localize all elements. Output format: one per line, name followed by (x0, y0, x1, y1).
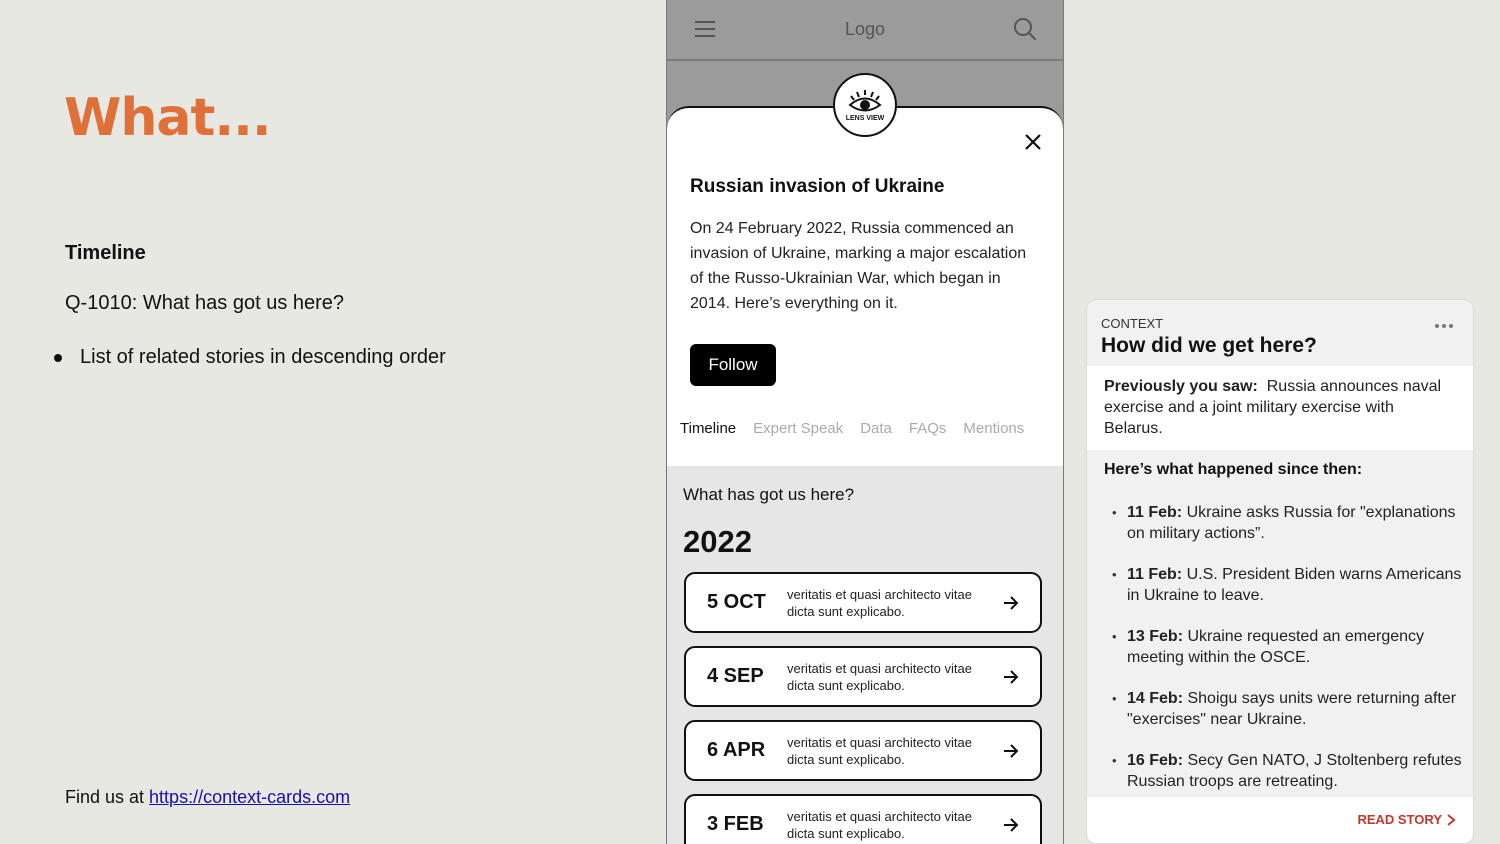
logo[interactable]: Logo (667, 19, 1063, 40)
list-item: 11 Feb: U.S. President Biden warns Ameri… (1112, 564, 1462, 606)
tab-faqs[interactable]: FAQs (909, 420, 947, 437)
list-item: 13 Feb: Ukraine requested an emergency m… (1112, 626, 1462, 668)
arrow-right-icon[interactable] (1002, 816, 1020, 834)
timeline-card-date: 6 APR (707, 739, 766, 761)
timeline-card-date: 5 OCT (707, 591, 766, 613)
timeline-card-text: veritatis et quasi architecto vitae dict… (787, 586, 972, 619)
context-title: How did we get here? (1101, 334, 1317, 357)
topic-sheet: Russian invasion of Ukraine On 24 Februa… (667, 106, 1063, 844)
chevron-right-icon (1447, 813, 1456, 826)
footer: Find us at https://context-cards.com (65, 787, 350, 808)
eye-icon (848, 90, 882, 112)
tab-data[interactable]: Data (860, 420, 892, 437)
slide-question: Q-1010: What has got us here? (65, 292, 345, 314)
previously-seen: Previously you saw: Russia announces nav… (1087, 366, 1473, 450)
close-icon[interactable] (1023, 132, 1043, 152)
search-icon[interactable] (1013, 17, 1037, 41)
topic-tabs: Timeline Expert Speak Data FAQs Mentions (680, 420, 1041, 437)
timeline-question: What has got us here? (683, 485, 855, 504)
lens-view-badge: LENS VIEW (833, 73, 897, 137)
read-story-label: READ STORY (1357, 812, 1442, 827)
list-item: 14 Feb: Shoigu says units were returning… (1112, 688, 1462, 730)
event-date: 16 Feb: (1127, 752, 1184, 769)
context-card: CONTEXT How did we get here? Previously … (1087, 300, 1473, 843)
bullet-text: List of related stories in descending or… (80, 346, 446, 368)
timeline-card[interactable]: 4 SEP veritatis et quasi architecto vita… (684, 646, 1042, 707)
timeline-panel: What has got us here? 2022 5 OCT veritat… (667, 466, 1063, 844)
arrow-right-icon[interactable] (1002, 594, 1020, 612)
list-item: 16 Feb: Secy Gen NATO, J Stoltenberg ref… (1112, 750, 1462, 792)
slide-title: What... (64, 88, 272, 148)
timeline-card[interactable]: 5 OCT veritatis et quasi architecto vita… (684, 572, 1042, 633)
context-label: CONTEXT (1101, 316, 1164, 331)
timeline-card[interactable]: 6 APR veritatis et quasi architecto vita… (684, 720, 1042, 781)
tab-mentions[interactable]: Mentions (963, 420, 1024, 437)
timeline-card-text: veritatis et quasi architecto vitae dict… (787, 808, 972, 841)
event-date: 13 Feb: (1127, 628, 1184, 645)
timeline-card-text: veritatis et quasi architecto vitae dict… (787, 660, 972, 693)
arrow-right-icon[interactable] (1002, 742, 1020, 760)
timeline-card-text: veritatis et quasi architecto vitae dict… (787, 734, 972, 767)
read-story-link[interactable]: READ STORY (1357, 812, 1457, 827)
tab-expert-speak[interactable]: Expert Speak (753, 420, 843, 437)
bullet-dot (54, 353, 62, 362)
badge-text: LENS VIEW (845, 115, 885, 122)
footer-prefix: Find us at (65, 787, 150, 807)
timeline-year: 2022 (683, 524, 752, 559)
since-heading: Here’s what happened since then: (1104, 461, 1363, 478)
topic-description: On 24 February 2022, Russia commenced an… (690, 220, 1027, 312)
footer-link[interactable]: https://context-cards.com (149, 787, 350, 807)
section-heading: Timeline (65, 242, 146, 264)
arrow-right-icon[interactable] (1002, 668, 1020, 686)
previously-label: Previously you saw: (1104, 378, 1258, 395)
timeline-card-date: 4 SEP (707, 665, 764, 687)
more-options-icon[interactable] (1432, 324, 1453, 328)
context-footer: READ STORY (1087, 797, 1473, 843)
tab-timeline[interactable]: Timeline (680, 420, 736, 437)
events-list: 11 Feb: Ukraine asks Russia for "explana… (1112, 502, 1462, 812)
bullet-item: List of related stories in descending or… (54, 346, 446, 369)
phone-mockup: Logo LENS VIEW Russian invasion of Ukrai… (666, 0, 1064, 844)
topic-title: Russian invasion of Ukraine (690, 176, 945, 197)
timeline-card[interactable]: 3 FEB veritatis et quasi architecto vita… (684, 794, 1042, 844)
event-date: 14 Feb: (1127, 690, 1184, 707)
phone-header: Logo (667, 0, 1063, 61)
follow-button[interactable]: Follow (690, 344, 776, 386)
event-date: 11 Feb: (1127, 566, 1183, 583)
list-item: 11 Feb: Ukraine asks Russia for "explana… (1112, 502, 1462, 544)
event-date: 11 Feb: (1127, 504, 1183, 521)
timeline-card-date: 3 FEB (707, 813, 764, 835)
